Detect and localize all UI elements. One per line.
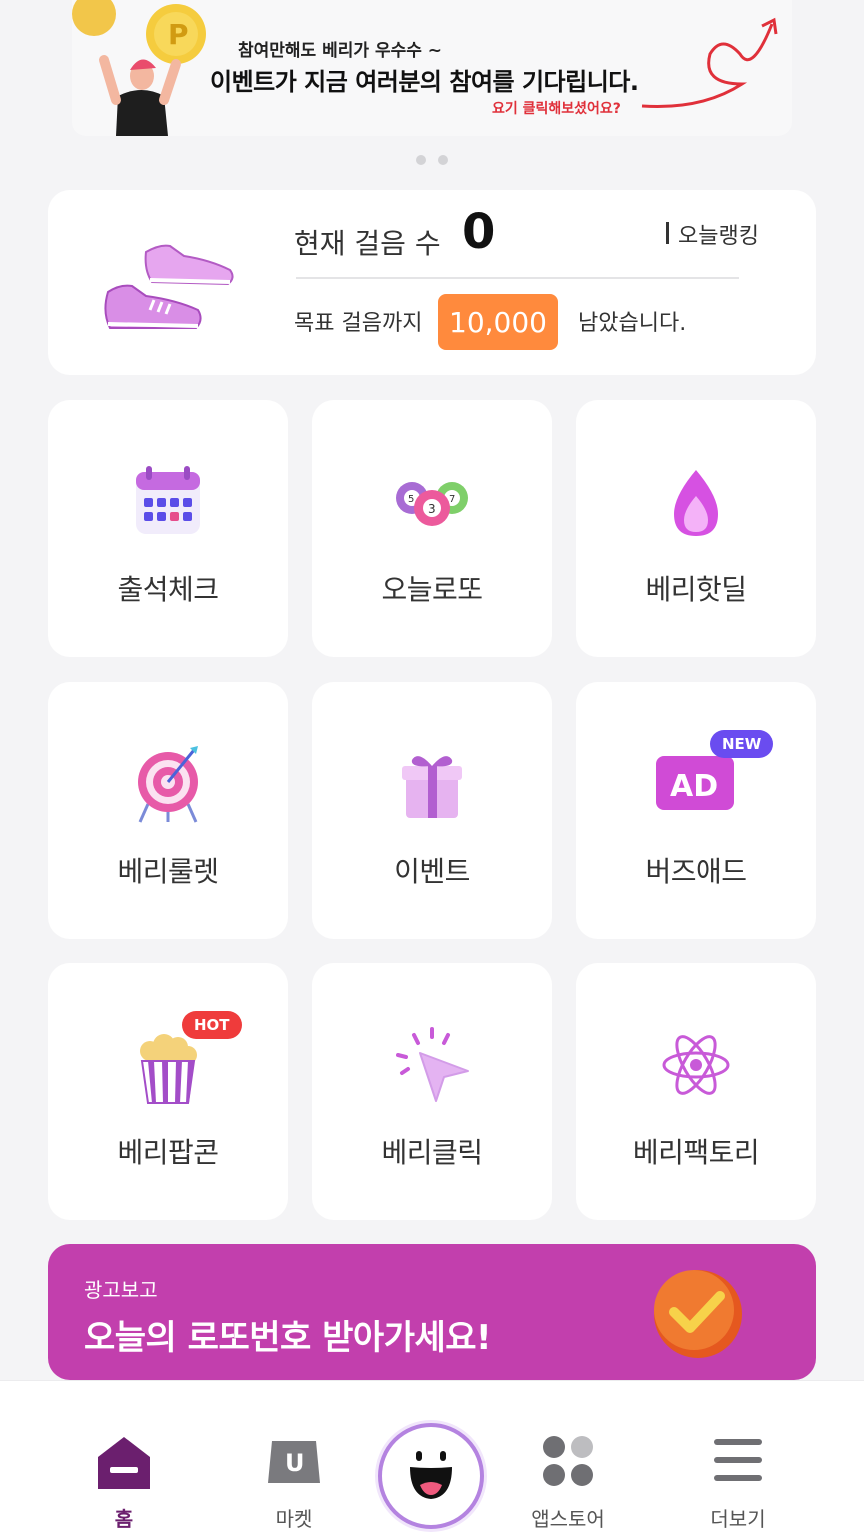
banner-subtitle: 참여만해도 베리가 우수수 ~ [238, 41, 443, 61]
menu-icon [714, 1439, 762, 1481]
svg-text:U: U [285, 1449, 305, 1477]
tile-buzz-ad[interactable]: AD NEW 버즈애드 [576, 682, 816, 939]
promo-small-text: 광고보고 [84, 1278, 158, 1302]
sneakers-icon [104, 244, 234, 329]
bottom-navigation: 홈 U 마켓 앱스토어 더보기 [0, 1380, 864, 1536]
tile-berry-popcorn[interactable]: HOT 베리팝콘 [48, 963, 288, 1220]
nav-label: 더보기 [710, 1507, 766, 1531]
nav-home[interactable]: 홈 [64, 1381, 184, 1536]
nav-label: 마켓 [275, 1507, 313, 1531]
apps-grid-icon [543, 1436, 593, 1486]
ranking-label: 오늘랭킹 [678, 224, 759, 249]
home-icon [98, 1437, 150, 1489]
svg-text:5: 5 [408, 494, 414, 505]
pagination-dot[interactable] [416, 155, 426, 165]
goal-remaining-badge: 10,000 [438, 294, 558, 350]
svg-text:7: 7 [449, 494, 455, 505]
pagination-dot[interactable] [438, 155, 448, 165]
tile-berry-click[interactable]: 베리클릭 [312, 963, 552, 1220]
target-icon [138, 746, 198, 823]
tile-berry-factory[interactable]: 베리팩토리 [576, 963, 816, 1220]
tile-label: 버즈애드 [645, 855, 747, 888]
tile-berry-hotdeal[interactable]: 베리핫딜 [576, 400, 816, 657]
lotto-promo-banner[interactable]: 광고보고 오늘의 로또번호 받아가세요! [48, 1244, 816, 1380]
nav-app-store[interactable]: 앱스토어 [508, 1381, 628, 1536]
goal-label: 목표 걸음까지 [294, 311, 423, 336]
cursor-click-icon [396, 1027, 469, 1102]
hot-badge: HOT [182, 1011, 242, 1039]
tile-label: 베리팝콘 [117, 1136, 219, 1169]
svg-text:P: P [168, 18, 189, 51]
tile-label: 오늘로또 [381, 573, 483, 606]
svg-text:AD: AD [670, 769, 718, 804]
tile-attendance-check[interactable]: 출석체크 [48, 400, 288, 657]
lotto-balls-icon: 5 3 7 [396, 482, 468, 526]
svg-text:3: 3 [428, 502, 436, 516]
tile-label: 베리룰렛 [117, 855, 219, 888]
gift-icon [402, 756, 462, 818]
tile-label: 이벤트 [394, 855, 470, 888]
tile-label: 베리클릭 [381, 1136, 483, 1169]
tile-label: 베리팩토리 [632, 1136, 760, 1169]
market-bag-icon: U [268, 1441, 320, 1483]
atom-icon [662, 1035, 730, 1095]
banner-pagination [0, 150, 864, 169]
check-circle-icon [654, 1270, 742, 1358]
today-ranking-link[interactable]: 오늘랭킹 [664, 218, 759, 250]
nav-more[interactable]: 더보기 [678, 1381, 798, 1536]
nav-market[interactable]: U 마켓 [234, 1381, 354, 1536]
goal-suffix: 남았습니다. [578, 311, 687, 336]
nav-center-character-button[interactable] [378, 1423, 484, 1529]
new-badge: NEW [710, 730, 774, 758]
tile-label: 출석체크 [117, 573, 219, 606]
steps-divider [296, 277, 739, 279]
event-banner[interactable]: P 참여만해도 베리가 우수수 ~ 이벤트가 지금 여러분의 참여를 기다립니다… [72, 0, 792, 136]
banner-title: 이벤트가 지금 여러분의 참여를 기다립니다. [210, 68, 639, 96]
flame-icon [674, 470, 718, 536]
banner-person-icon: P [72, 0, 206, 136]
smile-face-icon [410, 1451, 452, 1499]
current-steps-count: 0 [462, 204, 496, 260]
tile-label: 베리핫딜 [645, 573, 747, 606]
nav-label: 앱스토어 [531, 1507, 605, 1531]
ad-icon: AD [656, 756, 734, 810]
banner-link[interactable]: 요기 클릭해보셨어요? [492, 98, 621, 118]
tile-event[interactable]: 이벤트 [312, 682, 552, 939]
squiggle-arrow-icon [641, 17, 778, 108]
nav-label: 홈 [114, 1507, 134, 1531]
current-steps-label: 현재 걸음 수 [294, 227, 441, 260]
calendar-icon [136, 466, 200, 534]
promo-headline: 오늘의 로또번호 받아가세요! [84, 1318, 492, 1358]
tile-berry-roulette[interactable]: 베리룰렛 [48, 682, 288, 939]
tile-today-lotto[interactable]: 5 3 7 오늘로또 [312, 400, 552, 657]
